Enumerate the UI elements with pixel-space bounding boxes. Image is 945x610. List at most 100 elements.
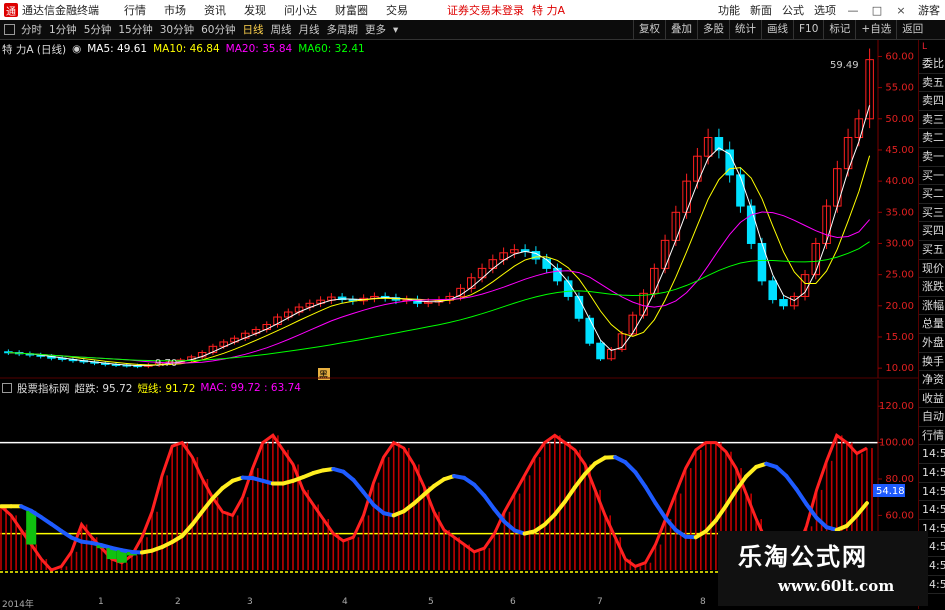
panel-item-24[interactable]: 14:50: [919, 501, 945, 520]
watermark-url: www.60lt.com: [778, 577, 894, 595]
band-segment: [796, 489, 806, 504]
tab-30min[interactable]: 30分钟: [157, 22, 197, 37]
btn-add-watchlist[interactable]: +自选: [855, 20, 896, 39]
panel-item-22[interactable]: 14:50: [919, 464, 945, 483]
candle-body: [597, 343, 605, 359]
menu-jiaoyi[interactable]: 交易: [386, 2, 408, 18]
app-title: 通达信金融终端: [22, 2, 99, 18]
tab-daily[interactable]: 日线: [240, 22, 267, 37]
period-toolbar: 分时 1分钟 5分钟 15分钟 30分钟 60分钟 日线 周线 月线 多周期 更…: [0, 20, 945, 40]
maximize-icon[interactable]: □: [870, 4, 884, 17]
guest-label[interactable]: 游客: [918, 2, 940, 18]
band-segment: [474, 485, 484, 496]
site-watermark: 乐淘公式网 www.60lt.com: [718, 531, 928, 606]
panel-item-16[interactable]: 换手: [919, 353, 945, 372]
price-tick-label-4: 30.00: [885, 238, 914, 249]
panel-item-2[interactable]: 卖四: [919, 92, 945, 111]
menu-gongshi[interactable]: 公式: [782, 2, 804, 18]
btn-diejia[interactable]: 叠加: [665, 20, 697, 39]
tab-60min[interactable]: 60分钟: [198, 22, 238, 37]
panel-item-10[interactable]: 买五: [919, 241, 945, 260]
ind-tick-label-1: 60.00: [885, 510, 914, 521]
menu-wenxiaoda[interactable]: 问小达: [284, 2, 317, 18]
minimize-icon[interactable]: —: [846, 4, 860, 17]
date-tick-5: 5: [428, 597, 434, 607]
candle-body: [747, 206, 755, 243]
title-bar: 通 通达信金融终端 行情 市场 资讯 发现 问小达 财富圈 交易 证券交易未登录…: [0, 0, 945, 20]
panel-item-3[interactable]: 卖三: [919, 111, 945, 130]
tab-5min[interactable]: 5分钟: [81, 22, 115, 37]
panel-item-19[interactable]: 自动: [919, 408, 945, 427]
panel-item-17[interactable]: 净资: [919, 371, 945, 390]
price-tick-label-3: 25.00: [885, 270, 914, 281]
candle-body: [758, 243, 766, 280]
date-tick-7: 7: [597, 597, 603, 607]
panel-item-11[interactable]: 现价: [919, 260, 945, 279]
menu-gongneng[interactable]: 功能: [718, 2, 740, 18]
tab-1min[interactable]: 1分钟: [46, 22, 80, 37]
tab-15min[interactable]: 15分钟: [115, 22, 155, 37]
panel-item-6[interactable]: 买一: [919, 167, 945, 186]
panel-item-15[interactable]: 外盘: [919, 334, 945, 353]
panel-item-12[interactable]: 涨跌: [919, 278, 945, 297]
date-tick-0: 2014年: [2, 597, 34, 610]
panel-item-1[interactable]: 卖五: [919, 74, 945, 93]
login-notice[interactable]: 证券交易未登录: [447, 2, 524, 18]
panel-item-18[interactable]: 收益: [919, 390, 945, 409]
btn-fuquan[interactable]: 复权: [633, 20, 665, 39]
app-logo-icon: 通: [4, 3, 18, 17]
chart-area[interactable]: 10.0015.0020.0025.0030.0035.0040.0045.00…: [0, 40, 918, 597]
btn-duogu[interactable]: 多股: [697, 20, 729, 39]
menu-hangqing[interactable]: 行情: [124, 2, 146, 18]
panel-item-9[interactable]: 买四: [919, 222, 945, 241]
menu-faxian[interactable]: 发现: [244, 2, 266, 18]
panel-item-8[interactable]: 买三: [919, 204, 945, 223]
panel-item-7[interactable]: 买二: [919, 185, 945, 204]
band-segment: [786, 476, 796, 489]
candle-body: [586, 318, 594, 343]
panel-item-23[interactable]: 14:50: [919, 483, 945, 502]
panel-item-5[interactable]: 卖一: [919, 148, 945, 167]
panel-item-0[interactable]: 委比: [919, 55, 945, 74]
tab-multi-period[interactable]: 多周期: [324, 22, 362, 37]
panel-item-20[interactable]: 行情: [919, 427, 945, 446]
title-right-menu: 功能 新面 公式 选项 — □ × 游客: [713, 0, 945, 20]
tab-more[interactable]: 更多: [362, 22, 389, 37]
price-tick-label-2: 20.00: [885, 301, 914, 312]
btn-back[interactable]: 返回: [896, 20, 928, 39]
candle-body: [780, 300, 788, 306]
band-segment: [746, 467, 756, 477]
chevron-down-icon[interactable]: ▾: [390, 24, 401, 36]
panel-item-4[interactable]: 卖二: [919, 129, 945, 148]
close-icon[interactable]: ×: [894, 4, 908, 17]
panel-item-21[interactable]: 14:50: [919, 445, 945, 464]
btn-huaxian[interactable]: 画线: [761, 20, 793, 39]
price-tick-label-7: 45.00: [885, 145, 914, 156]
current-value-label: 54.18: [876, 486, 905, 497]
candle-body: [769, 281, 777, 300]
menu-xuanxiang[interactable]: 选项: [814, 2, 836, 18]
quote-side-panel: L 委比卖五卖四卖三卖二卖一买一买二买三买四买五现价涨跌涨幅总量外盘换手净资收益…: [918, 40, 945, 609]
menu-shichang[interactable]: 市场: [164, 2, 186, 18]
date-tick-8: 8: [700, 597, 706, 607]
tab-weekly[interactable]: 周线: [268, 22, 295, 37]
menu-xinmian[interactable]: 新面: [750, 2, 772, 18]
candle-body: [554, 268, 562, 280]
panel-item-14[interactable]: 总量: [919, 315, 945, 334]
btn-f10[interactable]: F10: [793, 20, 823, 39]
panel-toggle-icon[interactable]: [4, 24, 15, 35]
tab-monthly[interactable]: 月线: [296, 22, 323, 37]
tab-fenshi[interactable]: 分时: [18, 22, 45, 37]
price-axis: 10.0015.0020.0025.0030.0035.0040.0045.00…: [878, 40, 914, 378]
price-tick-label-10: 60.00: [885, 51, 914, 62]
menu-zixun[interactable]: 资讯: [204, 2, 226, 18]
menu-caifuquan[interactable]: 财富圈: [335, 2, 368, 18]
band-segment: [655, 503, 665, 518]
panel-item-13[interactable]: 涨幅: [919, 297, 945, 316]
event-marker-glyph: 黑: [319, 370, 328, 381]
btn-tongji[interactable]: 统计: [729, 20, 761, 39]
current-stock-name: 特 力A: [532, 2, 565, 18]
ind-tick-label-4: 120.00: [879, 401, 914, 412]
btn-biaoji[interactable]: 标记: [823, 20, 855, 39]
band-segment: [353, 480, 363, 492]
